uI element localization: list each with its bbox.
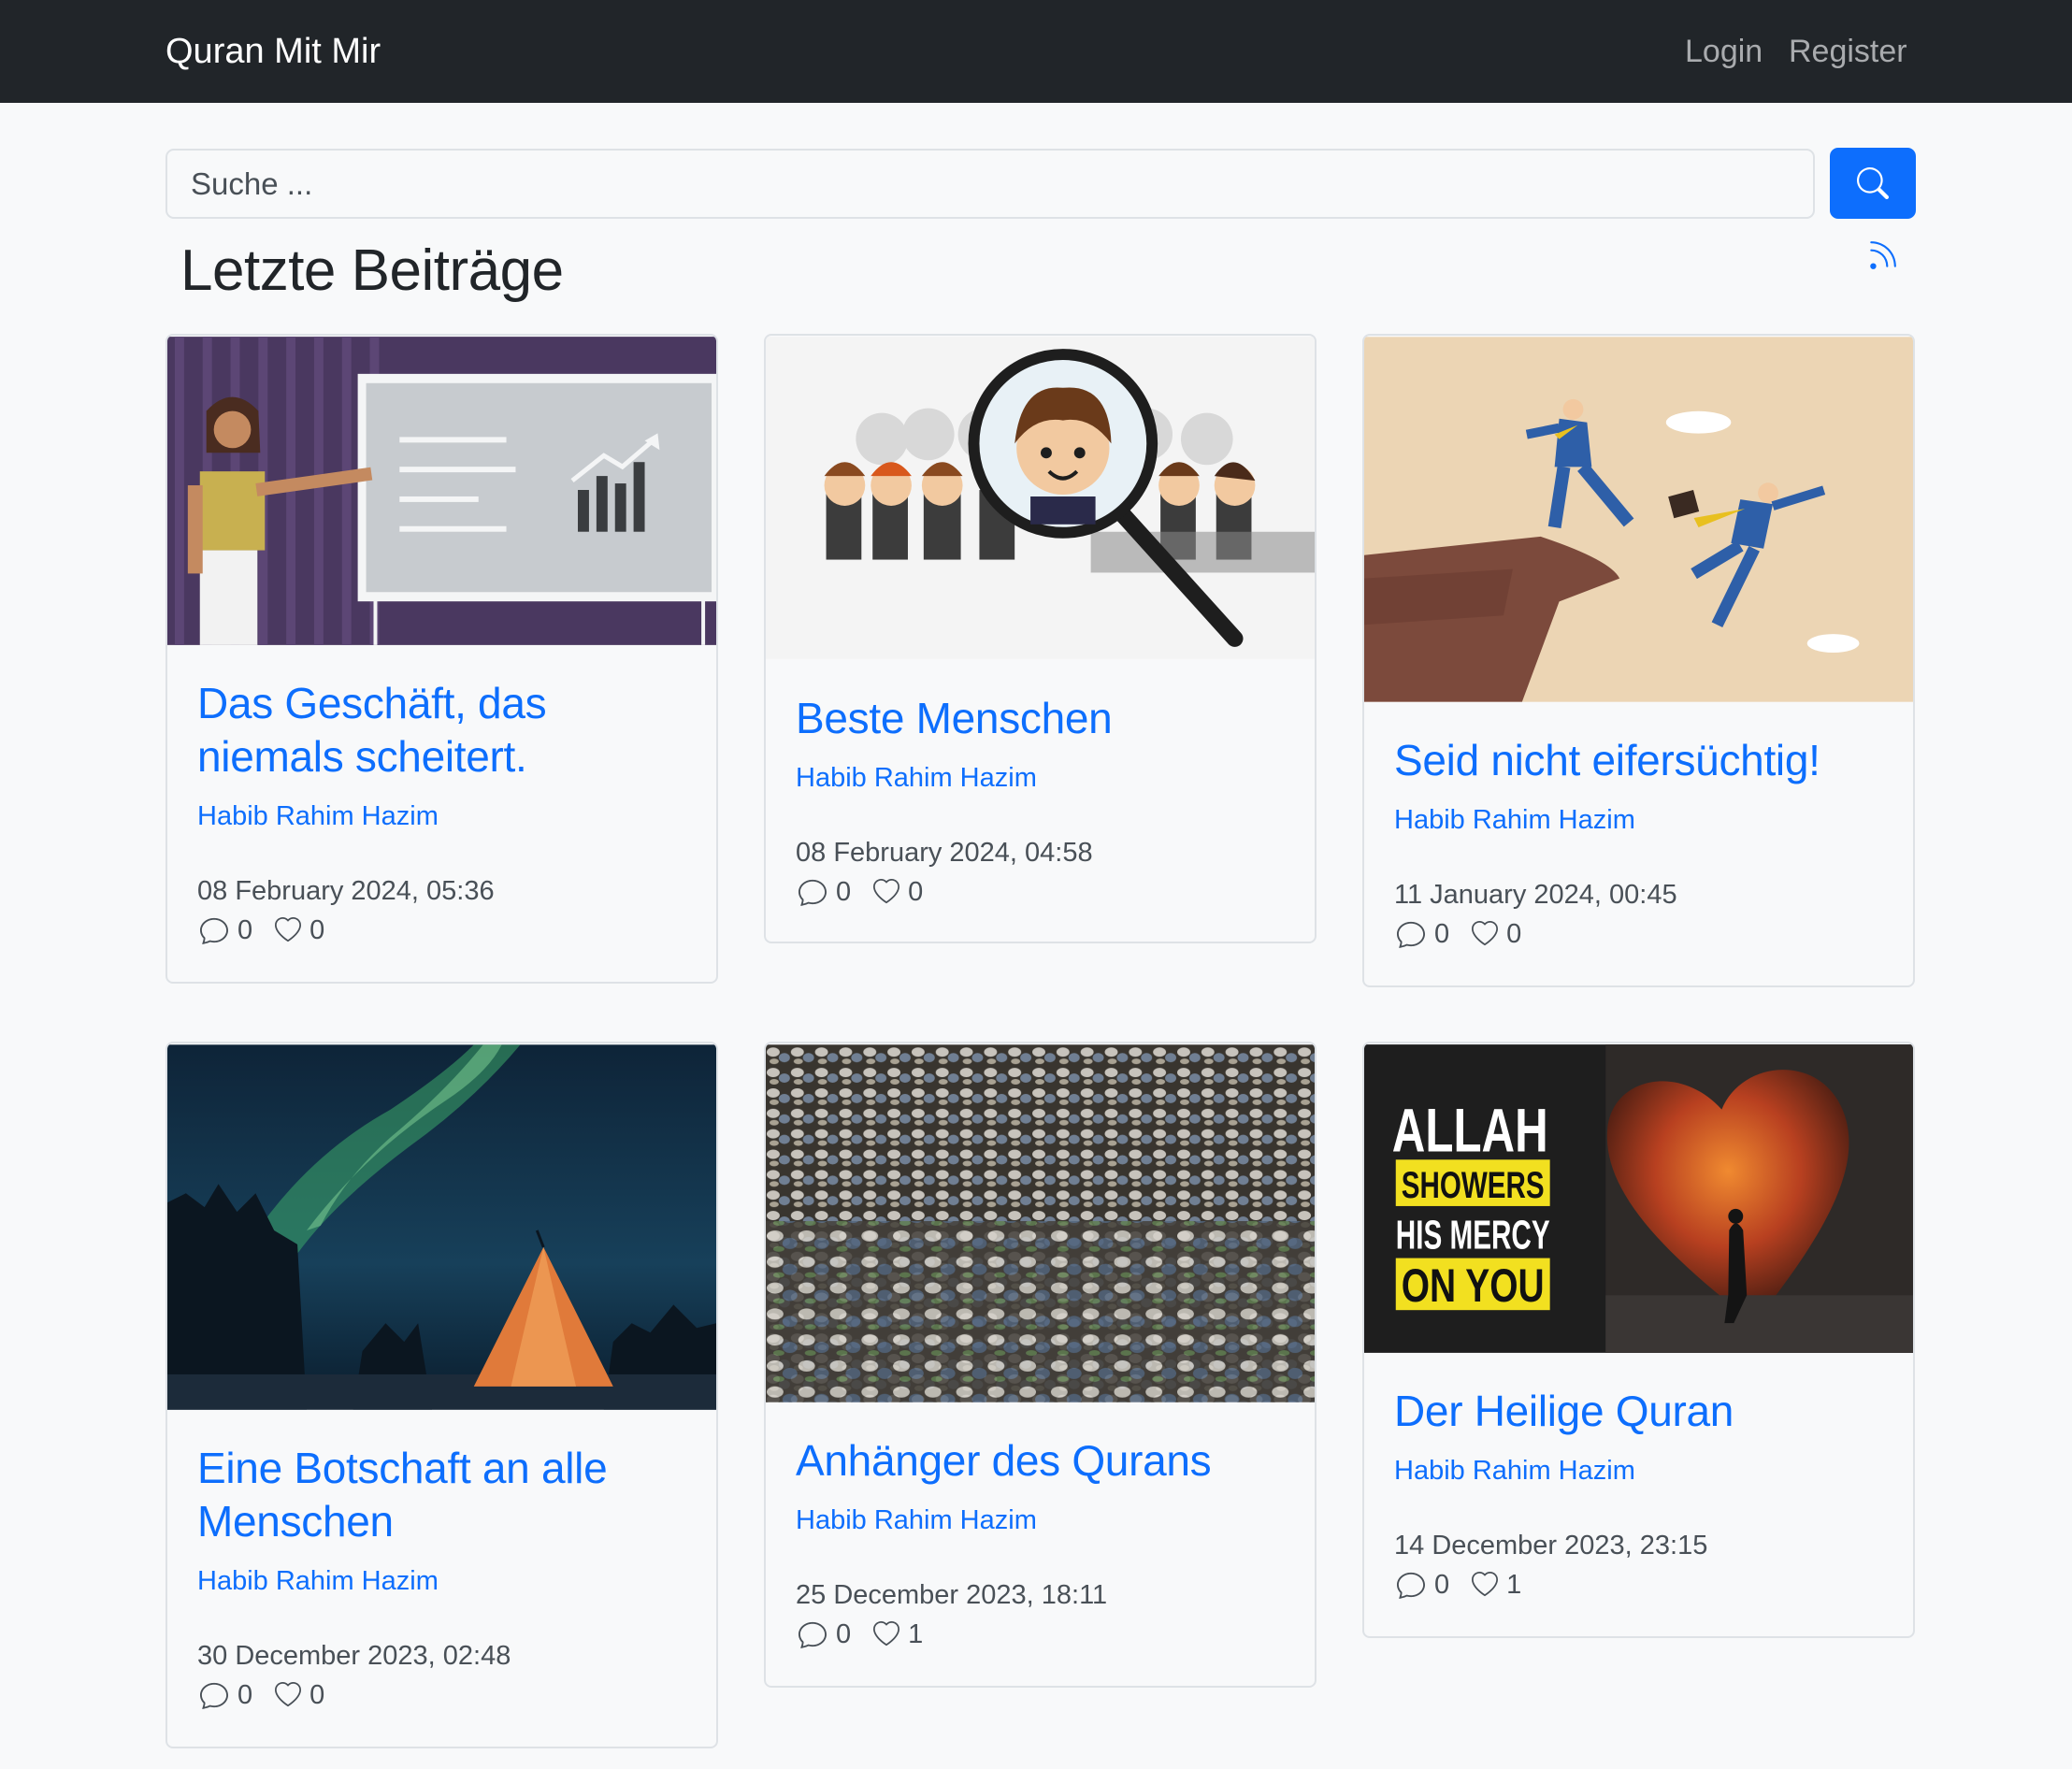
register-link[interactable]: Register — [1789, 28, 1907, 75]
comment-count-value: 0 — [1434, 919, 1450, 949]
like-count[interactable]: 0 — [273, 1677, 324, 1713]
login-link[interactable]: Login — [1685, 28, 1763, 75]
post-date: 08 February 2024, 04:58 — [796, 838, 1093, 868]
post-title-link[interactable]: Das Geschäft, das niemals scheitert. — [197, 677, 686, 784]
post-thumbnail[interactable] — [167, 1043, 716, 1411]
post-thumbnail[interactable] — [167, 336, 716, 646]
like-count-value: 0 — [309, 915, 325, 945]
post-thumbnail[interactable] — [766, 1043, 1315, 1403]
comment-count: 0 — [197, 913, 252, 948]
heart-icon — [273, 1682, 303, 1708]
post-date: 30 December 2023, 02:48 — [197, 1641, 511, 1671]
rss-feed-link[interactable] — [1866, 239, 1898, 271]
comment-count-value: 0 — [237, 1680, 253, 1710]
post-thumbnail[interactable] — [1364, 336, 1913, 703]
comment-count: 0 — [1394, 916, 1449, 952]
post-author-link[interactable]: Habib Rahim Hazim — [1394, 802, 1883, 838]
heart-icon — [273, 917, 303, 943]
like-count-value: 0 — [908, 877, 924, 907]
comments-icon — [197, 1681, 231, 1709]
post-card[interactable]: Seid nicht eifersüchtig! Habib Rahim Haz… — [1362, 334, 1915, 987]
heart-icon — [1470, 921, 1500, 947]
rss-icon — [1870, 241, 1896, 269]
like-count-value: 0 — [309, 1680, 325, 1710]
search-icon — [1857, 167, 1889, 199]
like-count[interactable]: 1 — [1470, 1567, 1521, 1603]
comment-count: 0 — [1394, 1567, 1449, 1603]
post-stats: 0 0 — [1394, 916, 1883, 952]
post-stats: 0 0 — [796, 874, 1285, 910]
heart-icon — [871, 1621, 901, 1647]
image-text-line: ON YOU — [1402, 1259, 1545, 1312]
post-author-link[interactable]: Habib Rahim Hazim — [1394, 1453, 1883, 1489]
post-card[interactable]: Das Geschäft, das niemals scheitert. Hab… — [165, 334, 718, 984]
search-input[interactable] — [165, 149, 1815, 219]
comment-count-value: 0 — [836, 877, 852, 907]
post-date: 11 January 2024, 00:45 — [1394, 880, 1677, 910]
like-count[interactable]: 0 — [1470, 916, 1521, 952]
like-count-value: 1 — [1506, 1570, 1522, 1600]
like-count-value: 1 — [908, 1619, 924, 1649]
comments-icon — [796, 878, 829, 906]
post-date: 25 December 2023, 18:11 — [796, 1580, 1108, 1610]
post-title-link[interactable]: Eine Botschaft an alle Menschen — [197, 1442, 686, 1548]
post-card[interactable]: Beste Menschen Habib Rahim Hazim 08 Febr… — [764, 334, 1317, 943]
post-stats: 0 1 — [796, 1617, 1285, 1652]
search-button[interactable] — [1830, 148, 1916, 219]
post-card[interactable]: Anhänger des Qurans Habib Rahim Hazim 25… — [764, 1042, 1317, 1688]
comment-count-value: 0 — [237, 915, 253, 945]
like-count-value: 0 — [1506, 919, 1522, 949]
image-text-line: SHOWERS — [1402, 1165, 1545, 1206]
navbar: Quran Mit Mir Login Register — [0, 0, 2072, 103]
post-thumbnail[interactable]: ALLAH SHOWERS HIS MERCY ON YOU — [1364, 1043, 1913, 1354]
heart-icon — [1470, 1572, 1500, 1598]
like-count[interactable]: 0 — [273, 913, 324, 948]
image-text-line: HIS MERCY — [1396, 1213, 1550, 1258]
post-stats: 0 1 — [1394, 1567, 1883, 1603]
post-author-link[interactable]: Habib Rahim Hazim — [796, 1503, 1285, 1538]
comments-icon — [197, 916, 231, 944]
image-text-line: ALLAH — [1392, 1096, 1548, 1164]
post-title-link[interactable]: Seid nicht eifersüchtig! — [1394, 734, 1883, 787]
comment-count: 0 — [796, 1617, 851, 1652]
comments-icon — [1394, 920, 1428, 948]
like-count[interactable]: 0 — [871, 874, 923, 910]
post-title-link[interactable]: Anhänger des Qurans — [796, 1434, 1285, 1488]
post-stats: 0 0 — [197, 913, 686, 948]
heart-icon — [871, 879, 901, 905]
post-date: 14 December 2023, 23:15 — [1394, 1531, 1708, 1560]
comment-count: 0 — [197, 1677, 252, 1713]
comments-icon — [1394, 1571, 1428, 1599]
comments-icon — [796, 1620, 829, 1648]
post-title-link[interactable]: Der Heilige Quran — [1394, 1385, 1883, 1438]
post-stats: 0 0 — [197, 1677, 686, 1713]
brand-link[interactable]: Quran Mit Mir — [165, 28, 381, 75]
post-card[interactable]: ALLAH SHOWERS HIS MERCY ON YOU Der Heili… — [1362, 1042, 1915, 1638]
comment-count: 0 — [796, 874, 851, 910]
like-count[interactable]: 1 — [871, 1617, 923, 1652]
post-thumbnail[interactable] — [766, 336, 1315, 660]
section-title: Letzte Beiträge — [180, 238, 564, 303]
post-title-link[interactable]: Beste Menschen — [796, 692, 1285, 745]
comment-count-value: 0 — [836, 1619, 852, 1649]
post-author-link[interactable]: Habib Rahim Hazim — [197, 798, 686, 834]
post-author-link[interactable]: Habib Rahim Hazim — [197, 1563, 686, 1599]
post-date: 08 February 2024, 05:36 — [197, 876, 495, 906]
comment-count-value: 0 — [1434, 1570, 1450, 1600]
post-author-link[interactable]: Habib Rahim Hazim — [796, 760, 1285, 796]
post-card[interactable]: Eine Botschaft an alle Menschen Habib Ra… — [165, 1042, 718, 1748]
